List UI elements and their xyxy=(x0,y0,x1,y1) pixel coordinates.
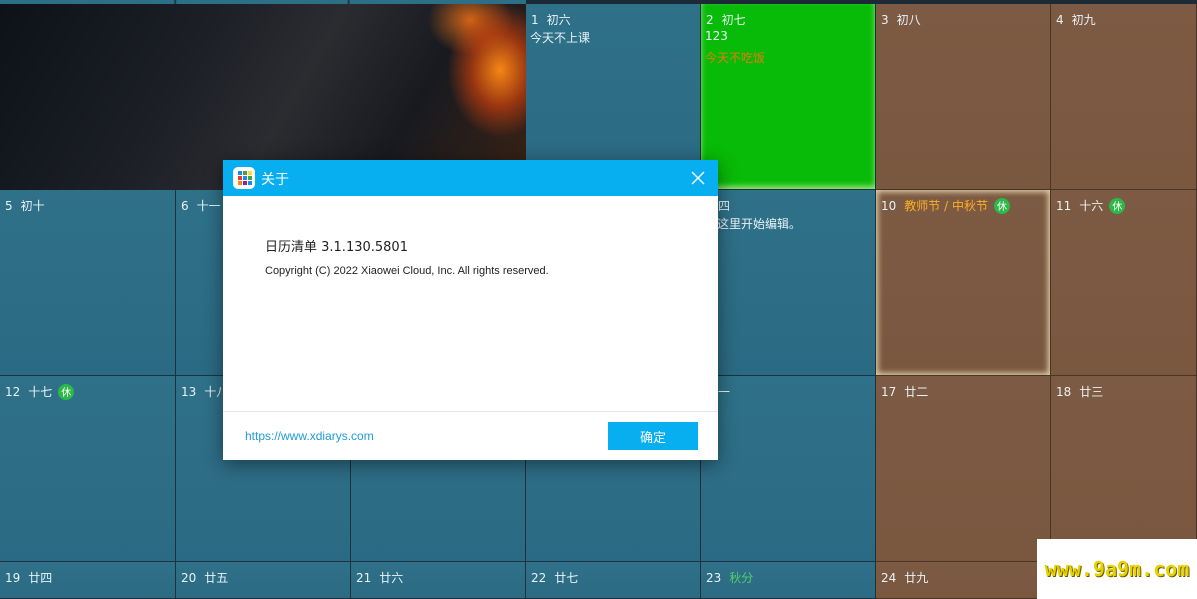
day-number: 23 xyxy=(706,570,722,585)
lunar-date: 廿三 xyxy=(1079,385,1104,399)
day-number: 22 xyxy=(531,570,547,585)
day-header: 4 初九 xyxy=(1056,11,1096,28)
day-cell[interactable]: 18 廿三 xyxy=(1051,376,1197,562)
day-number: 18 xyxy=(1056,384,1072,399)
day-number: 1 xyxy=(531,12,539,27)
dialog-body: 日历清单 3.1.130.5801 Copyright (C) 2022 Xia… xyxy=(223,196,718,411)
holiday-rest-badge: 休 xyxy=(993,197,1010,214)
day-header: 12 十七休 xyxy=(5,383,75,400)
day-header: 13 十八 xyxy=(181,383,228,400)
day-header: 1 初六 xyxy=(531,11,571,28)
day-cell[interactable]: 10 教师节 / 中秋节休 xyxy=(876,190,1051,376)
day-header: 2 初七 xyxy=(706,11,746,28)
website-link[interactable]: https://www.xdiarys.com xyxy=(245,429,374,443)
ok-button[interactable]: 确定 xyxy=(608,422,698,450)
day-header: 18 廿三 xyxy=(1056,383,1103,400)
day-number: 20 xyxy=(181,570,197,585)
lunar-date: 廿四 xyxy=(28,571,53,585)
about-dialog: 关于 日历清单 3.1.130.5801 Copyright (C) 2022 … xyxy=(223,160,718,460)
lunar-date: 秋分 xyxy=(729,571,754,585)
day-header: 5 初十 xyxy=(5,197,45,214)
day-cell[interactable]: 12 十七休 xyxy=(0,376,176,562)
close-icon xyxy=(691,171,705,185)
day-header: 19 廿四 xyxy=(5,569,52,586)
day-cell[interactable]: 24 廿九 xyxy=(876,562,1051,599)
lunar-date: 廿七 xyxy=(554,571,579,585)
copyright-text: Copyright (C) 2022 Xiaowei Cloud, Inc. A… xyxy=(265,265,549,277)
close-button[interactable] xyxy=(684,164,712,192)
lunar-date: 初八 xyxy=(896,13,921,27)
lunar-date: 初七 xyxy=(721,13,746,27)
day-header: 23 秋分 xyxy=(706,569,753,586)
calendar-grid-icon xyxy=(233,167,255,189)
day-number: 13 xyxy=(181,384,197,399)
hero-top-strip xyxy=(0,0,526,4)
day-header: 17 廿二 xyxy=(881,383,928,400)
day-number: 17 xyxy=(881,384,897,399)
holiday-rest-badge: 休 xyxy=(1109,197,1126,214)
day-number: 5 xyxy=(5,198,13,213)
lunar-date: 廿五 xyxy=(204,571,229,585)
lunar-date: 初九 xyxy=(1071,13,1096,27)
day-cell[interactable]: 20 廿五 xyxy=(176,562,351,599)
day-header: 21 廿六 xyxy=(356,569,403,586)
product-version: 日历清单 3.1.130.5801 xyxy=(265,240,408,255)
day-number: 24 xyxy=(881,570,897,585)
day-number: 2 xyxy=(706,12,714,27)
day-header: 20 廿五 xyxy=(181,569,228,586)
lunar-date: 廿二 xyxy=(904,385,929,399)
day-note[interactable]: 击这里开始编辑。 xyxy=(705,215,801,232)
day-header: 6 十一 xyxy=(181,197,221,214)
day-number: 19 xyxy=(5,570,21,585)
day-number: 3 xyxy=(881,12,889,27)
day-cell[interactable]: 2 初七 123 今天不吃饭 xyxy=(701,4,876,190)
lunar-date: 初六 xyxy=(546,13,571,27)
day-header: 10 教师节 / 中秋节休 xyxy=(881,197,1010,214)
lunar-date: 廿九 xyxy=(904,571,929,585)
day-header: 22 廿七 xyxy=(531,569,578,586)
day-header: 24 廿九 xyxy=(881,569,928,586)
day-cell[interactable]: 22 廿七 xyxy=(526,562,701,599)
day-cell[interactable]: 3 初八 xyxy=(876,4,1051,190)
lunar-date: 十六 xyxy=(1079,199,1104,213)
day-cell[interactable]: 19 廿四 xyxy=(0,562,176,599)
lunar-date: 教师节 / 中秋节 xyxy=(904,199,988,213)
day-cell[interactable]: 17 廿二 xyxy=(876,376,1051,562)
day-number: 10 xyxy=(881,198,897,213)
day-cell[interactable]: 廿一 xyxy=(701,376,876,562)
day-number: 4 xyxy=(1056,12,1064,27)
day-cell[interactable]: 4 初九 xyxy=(1051,4,1197,190)
lunar-date: 十一 xyxy=(196,199,221,213)
day-cell[interactable]: 23 秋分 xyxy=(701,562,876,599)
day-number: 12 xyxy=(5,384,21,399)
day-note[interactable]: 今天不上课 xyxy=(530,29,590,46)
day-number: 6 xyxy=(181,198,189,213)
day-number: 11 xyxy=(1056,198,1072,213)
dialog-footer: https://www.xdiarys.com 确定 xyxy=(223,411,718,460)
day-header: 3 初八 xyxy=(881,11,921,28)
lunar-date: 初十 xyxy=(20,199,45,213)
dialog-title: 关于 xyxy=(261,172,289,188)
day-cell[interactable]: 11 十六休 xyxy=(1051,190,1197,376)
day-cell[interactable]: 十四 击这里开始编辑。 xyxy=(701,190,876,376)
holiday-rest-badge: 休 xyxy=(58,383,75,400)
lunar-date: 十七 xyxy=(28,385,53,399)
day-note[interactable]: 今天不吃饭 xyxy=(705,49,765,66)
day-cell[interactable]: 21 廿六 xyxy=(351,562,526,599)
dialog-titlebar[interactable]: 关于 xyxy=(223,160,718,196)
watermark: www.9a9m.com xyxy=(1037,539,1197,599)
day-cell[interactable]: 5 初十 xyxy=(0,190,176,376)
day-note[interactable]: 123 xyxy=(705,29,728,43)
day-header: 11 十六休 xyxy=(1056,197,1126,214)
day-number: 21 xyxy=(356,570,372,585)
lunar-date: 廿六 xyxy=(379,571,404,585)
